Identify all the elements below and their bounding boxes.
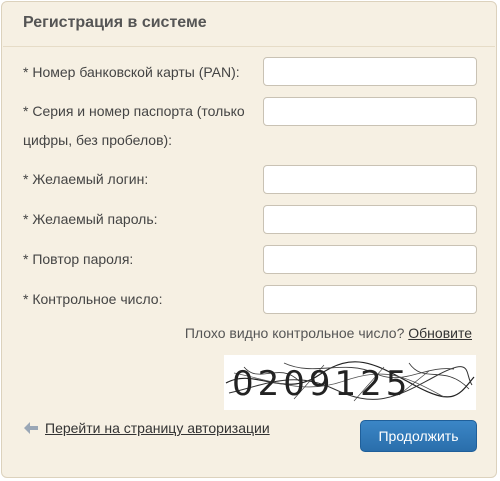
password-input[interactable]	[263, 205, 477, 234]
arrow-left-icon	[24, 422, 38, 434]
title-divider	[3, 46, 495, 47]
card-number-label: * Номер банковской карты (PAN):	[23, 64, 240, 80]
captcha-refresh-link[interactable]: Обновите	[408, 325, 472, 341]
password-repeat-input[interactable]	[263, 245, 477, 274]
passport-label-line1: * Серия и номер паспорта (только	[23, 103, 245, 119]
login-label: * Желаемый логин:	[23, 171, 149, 187]
form-title: Регистрация в системе	[23, 14, 207, 31]
password-repeat-label: * Повтор пароля:	[23, 251, 134, 267]
login-input[interactable]	[263, 165, 477, 194]
passport-label-line2: цифры, без пробелов):	[23, 132, 173, 148]
captcha-refresh-line: Плохо видно контрольное число? Обновите	[185, 325, 472, 341]
captcha-input[interactable]	[263, 285, 477, 314]
captcha-refresh-question: Плохо видно контрольное число?	[184, 325, 405, 341]
passport-input[interactable]	[263, 97, 477, 126]
captcha-image: 0209125	[224, 355, 476, 410]
captcha-image-text: 0209125	[232, 364, 411, 404]
card-number-input[interactable]	[263, 57, 477, 86]
captcha-label: * Контрольное число:	[23, 291, 163, 307]
continue-button[interactable]: Продолжить	[360, 420, 477, 452]
registration-panel: Регистрация в системе * Номер банковской…	[1, 1, 497, 478]
password-label: * Желаемый пароль:	[23, 211, 158, 227]
back-to-login[interactable]: Перейти на страницу авторизации	[23, 420, 270, 436]
back-link-text[interactable]: Перейти на страницу авторизации	[45, 420, 270, 436]
